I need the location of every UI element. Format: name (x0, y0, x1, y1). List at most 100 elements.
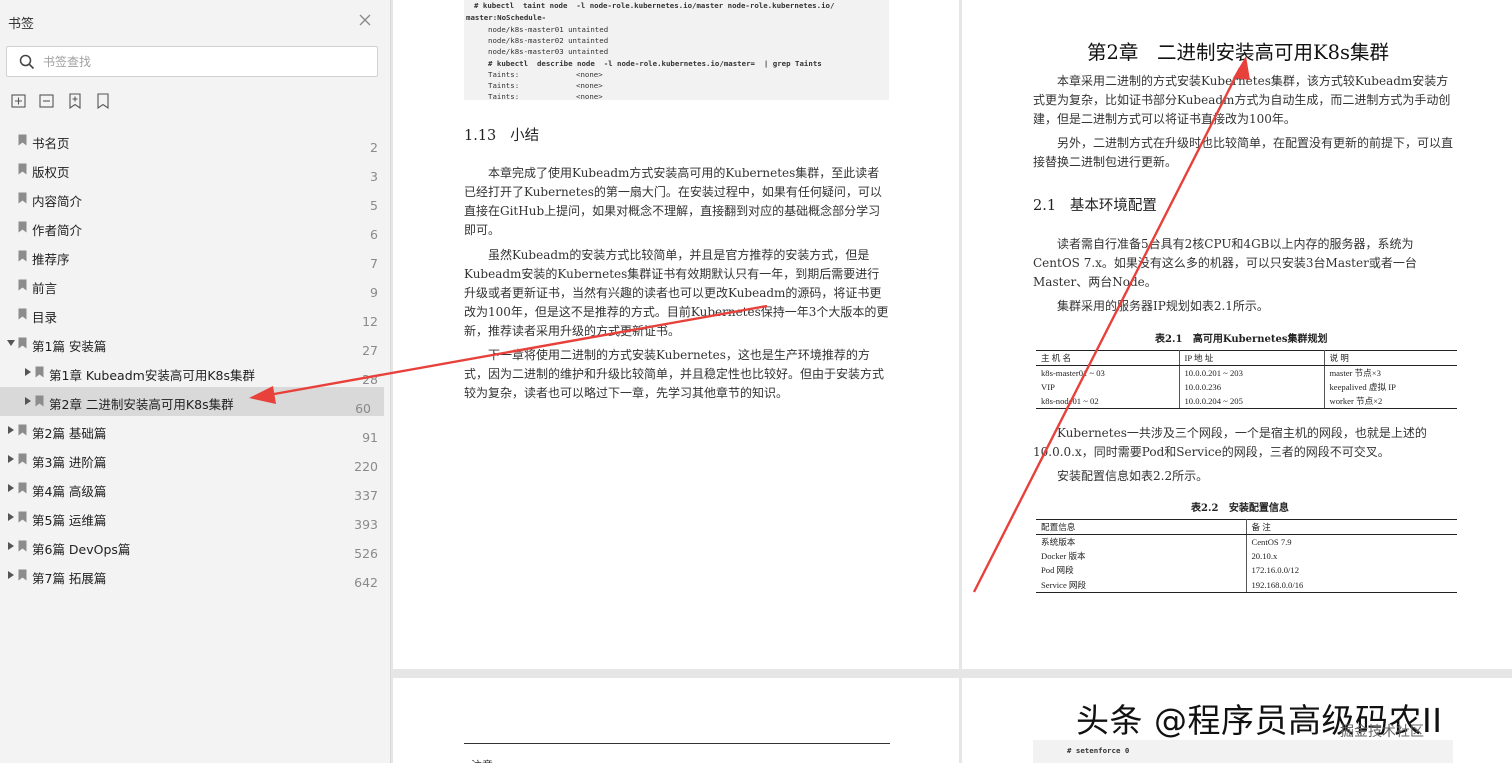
expand-arrow-icon[interactable] (7, 512, 15, 522)
paragraph: 集群采用的服务器IP规划如表2.1所示。 (1057, 299, 1269, 313)
bookmark-item[interactable]: 推荐序 7 (0, 242, 391, 271)
table-cell: 20.10.x (1251, 551, 1278, 562)
bookmark-item[interactable]: 书名页 2 (0, 126, 391, 155)
bookmark-icon (18, 540, 27, 552)
expand-arrow-icon[interactable] (24, 367, 32, 377)
bookmark-icon (18, 569, 27, 581)
bookmark-label: 内容简介 (32, 194, 83, 209)
table-cell: VIP (1036, 379, 1180, 395)
expand-arrow-icon[interactable] (7, 483, 15, 493)
bookmark-search-input[interactable] (43, 51, 363, 73)
bookmark-page-number: 642 (354, 575, 378, 590)
bookmark-page-number: 9 (370, 285, 378, 300)
bookmark-label: 第6篇 DevOps篇 (32, 542, 131, 557)
paragraph: 本章完成了使用Kubeadm方式安装高可用的Kubernetes集群，至此读者已… (464, 166, 882, 237)
table-cell: worker 节点×2 (1324, 394, 1457, 410)
paragraph: 虽然Kubeadm的安装方式比较简单，并且是官方推荐的安装方式，但是Kubead… (464, 248, 889, 338)
table-row: Pod 网段 172.16.0.0/12 (1036, 563, 1457, 578)
bookmark-page-number: 3 (370, 169, 378, 184)
bookmark-label: 第3篇 进阶篇 (32, 455, 107, 470)
code-block: # kubectl taint node -l node-role.kubern… (464, 0, 889, 101)
table-cell: 10.0.0.204 ~ 205 (1179, 394, 1325, 410)
bookmark-icon (18, 511, 27, 523)
close-icon[interactable] (356, 11, 374, 29)
bookmark-item[interactable]: 第2篇 基础篇 91 (0, 416, 391, 445)
bookmark-page-number: 28 (362, 372, 378, 387)
code-line: node/k8s-master01 untainted (488, 25, 609, 34)
paragraph: Kubernetes一共涉及三个网段，一个是宿主机的网段，也就是上述的10.0.… (1033, 426, 1427, 459)
expand-all-icon[interactable] (10, 92, 28, 110)
bookmark-item[interactable]: 第7篇 拓展篇 642 (0, 561, 391, 590)
bookmark-label: 第2章 二进制安装高可用K8s集群 (49, 397, 234, 412)
code-line: Taints: (488, 81, 520, 90)
bookmark-toolbar (10, 92, 122, 110)
table-header-cell: 主 机 名 (1036, 350, 1180, 366)
collapse-all-icon[interactable] (38, 92, 56, 110)
search-icon (19, 54, 35, 70)
bookmark-panel: 书签 书签查找 书名页 2 版权页 3 内容简介 5 作者简介 6 推荐序 7 … (0, 0, 391, 763)
add-bookmark-icon[interactable] (66, 92, 84, 110)
bookmark-label: 第1章 Kubeadm安装高可用K8s集群 (49, 368, 255, 383)
bookmark-label: 推荐序 (32, 252, 70, 267)
bookmark-item[interactable]: 第5篇 运维篇 393 (0, 503, 391, 532)
table-row: k8s-node01 ~ 02 10.0.0.204 ~ 205 worker … (1036, 394, 1457, 410)
paragraph: 本章采用二进制的方式安装Kubernetes集群，该方式较Kubeadm安装方式… (1033, 74, 1451, 126)
table-header-cell: 说 明 (1324, 350, 1457, 366)
table-row: Service 网段 192.168.0.0/16 (1036, 577, 1457, 593)
bookmark-icon (18, 424, 27, 436)
bookmark-item[interactable]: 目录 12 (0, 300, 391, 329)
bookmark-icon (18, 250, 27, 262)
bookmark-label: 版权页 (32, 165, 70, 180)
expand-arrow-icon[interactable] (7, 541, 15, 551)
bookmark-icon (18, 279, 27, 291)
bookmark-page-number: 526 (354, 546, 378, 561)
table-header-row: 主 机 名 IP 地 址 说 明 (1036, 350, 1457, 366)
code-line: # kubectl describe node -l node-role.kub… (488, 59, 822, 68)
page-rule (464, 743, 890, 744)
expand-arrow-icon[interactable] (7, 454, 15, 464)
bookmark-page-number: 5 (370, 198, 378, 213)
paragraph: 下一章将使用二进制的方式安装Kubernetes，这也是生产环境推荐的方式，因为… (464, 348, 885, 400)
bookmark-page-number: 7 (370, 256, 378, 271)
pdf-page-right: 第2章 二进制安装高可用K8s集群 本章采用二进制的方式安装Kubernetes… (962, 0, 1512, 669)
bookmark-item[interactable]: 第4篇 高级篇 337 (0, 474, 391, 503)
bookmark-item[interactable]: 第1篇 安装篇 27 (0, 329, 391, 358)
bookmark-item[interactable]: 第2章 二进制安装高可用K8s集群 60 (0, 387, 384, 416)
bookmark-page-number: 337 (354, 488, 378, 503)
expand-arrow-icon[interactable] (24, 396, 32, 406)
code-line: # setenforce 0 (1067, 746, 1130, 755)
code-line: <none> (576, 81, 603, 90)
bookmark-item[interactable]: 版权页 3 (0, 155, 391, 184)
bookmark-item[interactable]: 前言 9 (0, 271, 391, 300)
bookmark-icon (35, 395, 44, 407)
bookmark-icon[interactable] (94, 92, 112, 110)
table-cell: Docker 版本 (1036, 548, 1247, 564)
cluster-plan-table: 主 机 名 IP 地 址 说 明 k8s-master01 ~ 03 10.0.… (1036, 350, 1457, 410)
bookmark-search[interactable] (6, 46, 378, 77)
table-cell: 系统版本 (1036, 534, 1247, 549)
bookmark-item[interactable]: 作者简介 6 (0, 213, 391, 242)
code-line: node/k8s-master02 untainted (488, 36, 609, 45)
collapse-arrow-icon[interactable] (7, 338, 15, 348)
table-row: Docker 版本 20.10.x (1036, 548, 1457, 564)
bookmark-page-number: 220 (354, 459, 378, 474)
code-line: node/k8s-master03 untainted (488, 47, 609, 56)
table-cell: 192.168.0.0/16 (1246, 577, 1457, 593)
bookmark-icon (18, 453, 27, 465)
bookmark-item[interactable]: 第3篇 进阶篇 220 (0, 445, 391, 474)
bookmark-item[interactable]: 第6篇 DevOps篇 526 (0, 532, 391, 561)
bookmark-item[interactable]: 第1章 Kubeadm安装高可用K8s集群 28 (0, 358, 391, 387)
table-cell: k8s-master01 ~ 03 (1036, 365, 1180, 380)
table-header-row: 配置信息 备 注 (1036, 519, 1457, 535)
bookmark-page-number: 393 (354, 517, 378, 532)
expand-arrow-icon[interactable] (7, 570, 15, 580)
bookmark-icon (35, 366, 44, 378)
table-cell: 172.16.0.0/12 (1251, 565, 1300, 576)
bookmark-label: 第2篇 基础篇 (32, 426, 107, 441)
bookmark-icon (18, 308, 27, 320)
bookmark-item[interactable]: 内容简介 5 (0, 184, 391, 213)
bookmark-label: 前言 (32, 281, 58, 296)
panel-title: 书签 (8, 17, 35, 32)
watermark-sub: 掘金技术社区 (1340, 724, 1424, 740)
expand-arrow-icon[interactable] (7, 425, 15, 435)
